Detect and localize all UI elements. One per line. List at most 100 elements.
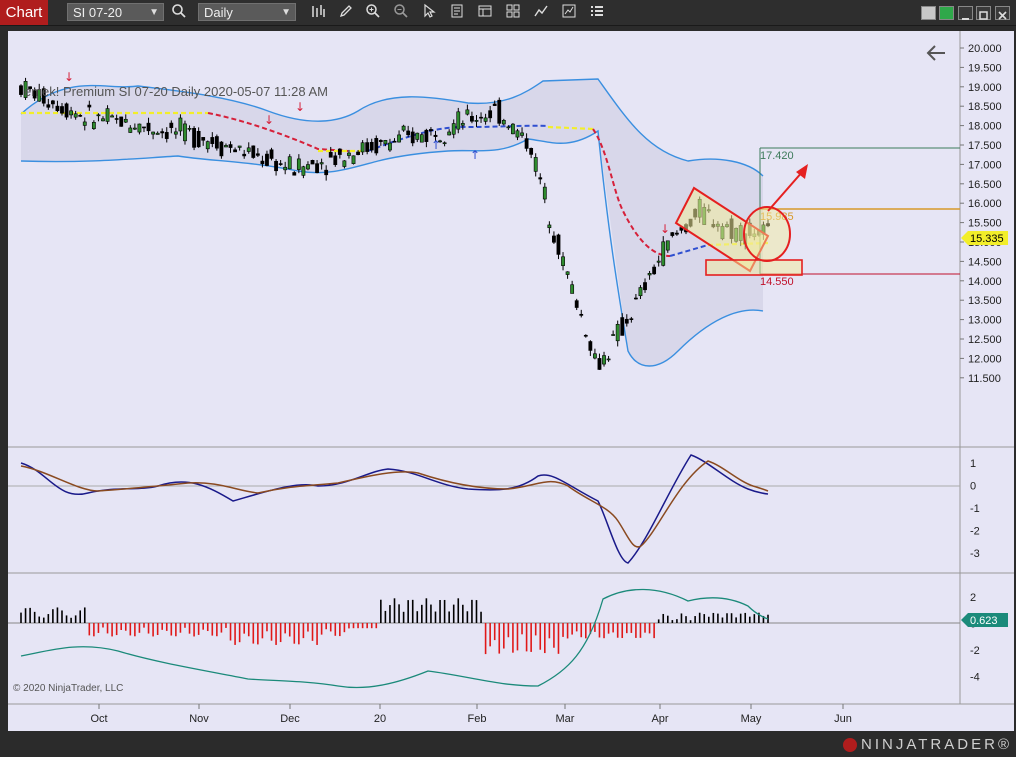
candle-body — [479, 116, 483, 119]
candle-body — [228, 144, 233, 148]
candle-body — [410, 131, 415, 144]
price-axis: 20.000 19.500 19.000 18.500 18.000 17.500 17.0… — [960, 43, 1002, 385]
link-gray-button[interactable] — [921, 6, 936, 20]
candle-body — [233, 149, 237, 153]
search-icon[interactable] — [169, 3, 189, 23]
price-tick-label: 17.500 — [968, 140, 1002, 152]
candle-body — [392, 140, 397, 143]
properties-icon[interactable] — [447, 3, 467, 23]
close-button[interactable] — [995, 6, 1010, 20]
candle-body — [87, 104, 92, 108]
candle-body — [64, 103, 69, 118]
candle-body — [342, 160, 347, 167]
link-green-button[interactable] — [939, 6, 954, 20]
copyright: © 2020 NinjaTrader, LLC — [13, 683, 123, 694]
price-tick-label: 20.000 — [968, 43, 1002, 55]
candle-body — [137, 123, 142, 133]
time-tick-label: Mar — [556, 713, 575, 725]
candle-body — [470, 115, 474, 122]
candle-body — [629, 318, 634, 320]
maximize-button[interactable] — [976, 6, 991, 20]
candle-body — [201, 137, 206, 141]
candle-body — [429, 129, 433, 131]
candle-body — [542, 186, 547, 200]
hist-tick-label: -4 — [970, 672, 980, 684]
price-tick-label: 14.000 — [968, 276, 1002, 288]
strategies-icon[interactable] — [559, 3, 579, 23]
minimize-button[interactable] — [958, 6, 973, 20]
price-tick-label: 19.500 — [968, 62, 1002, 74]
indicators-icon[interactable] — [531, 3, 551, 23]
candle-body — [205, 141, 210, 150]
candle-body — [447, 131, 452, 136]
osc-tick-label: 1 — [970, 458, 976, 470]
sell-arrow: ↓ — [64, 70, 74, 84]
candle-body — [442, 142, 447, 145]
zoom-in-icon[interactable] — [363, 3, 383, 23]
sell-arrow: ↓ — [295, 100, 305, 114]
candle-body — [242, 153, 247, 157]
chart-panel[interactable]: ↓ ↓ ↓ ↑ ↑ ↓ 17.420 15.985 14.550 20.000 1… — [8, 31, 1014, 731]
candle-body — [365, 142, 370, 152]
candle-body — [132, 127, 137, 130]
candle-body — [255, 153, 260, 156]
price-tick-label: 18.500 — [968, 101, 1002, 113]
candle-body — [506, 126, 511, 129]
price-tick-label: 13.500 — [968, 295, 1002, 307]
stop-label: 14.550 — [760, 276, 794, 288]
candle-body — [511, 123, 515, 135]
candle-body — [465, 109, 470, 115]
instrument-selector[interactable]: SI 07-20 ▼ — [67, 3, 164, 21]
candle-body — [501, 120, 506, 125]
pointer-icon[interactable] — [419, 3, 439, 23]
candle-body — [324, 169, 329, 176]
candle-body — [183, 123, 187, 142]
hist-value: 0.623 — [970, 615, 998, 627]
candle-body — [214, 136, 219, 149]
candle-body — [96, 114, 101, 117]
time-axis: Oct Nov Dec 20 Feb Mar Apr May Jun — [90, 704, 852, 725]
price-tick-label: 19.000 — [968, 82, 1002, 94]
candle-body — [374, 138, 379, 154]
templates-icon[interactable] — [503, 3, 523, 23]
buy-arrow: ↑ — [470, 148, 480, 162]
candle-body — [556, 234, 561, 255]
bar-style-icon[interactable] — [308, 3, 328, 23]
pencil-icon[interactable] — [336, 3, 356, 23]
time-tick-label: 20 — [374, 713, 386, 725]
candle-body — [597, 358, 602, 370]
osc-slow-line — [20, 460, 769, 548]
chart-tab[interactable]: Chart — [0, 0, 48, 25]
interval-selector[interactable]: Daily ▼ — [198, 3, 296, 21]
candle-body — [169, 122, 174, 128]
candle-body — [397, 134, 401, 143]
candle-body — [328, 151, 333, 158]
price-tick-label: 14.500 — [968, 256, 1002, 268]
price-tick-label: 11.500 — [968, 373, 1001, 385]
back-arrow-icon[interactable] — [926, 45, 945, 61]
candle-body — [661, 241, 666, 266]
candle-body — [492, 103, 497, 106]
candle-body — [529, 148, 534, 155]
candle-body — [561, 256, 565, 266]
candle-body — [114, 118, 119, 120]
candle-body — [192, 127, 196, 148]
hist-tick-label: 2 — [970, 592, 976, 604]
candle-body — [620, 317, 625, 336]
hist-tick-label: -2 — [970, 645, 980, 657]
zoom-out-icon[interactable] — [391, 3, 411, 23]
candle-body — [306, 164, 310, 170]
candle-body — [670, 232, 675, 236]
candle-body — [638, 287, 643, 297]
candle-body — [675, 232, 679, 235]
candle-body — [460, 123, 465, 126]
menu-icon[interactable] — [587, 3, 607, 23]
osc-fast-line — [20, 454, 769, 564]
chart-canvas[interactable]: ↓ ↓ ↓ ↑ ↑ ↓ 17.420 15.985 14.550 20.0001… — [8, 31, 1014, 731]
support-zone — [705, 259, 803, 276]
price-tick-label: 17.000 — [968, 159, 1002, 171]
brand-name: NINJATRADER — [861, 736, 998, 753]
chart-toolbar: Chart SI 07-20 ▼ Daily ▼ — [0, 0, 1016, 26]
data-box-icon[interactable] — [475, 3, 495, 23]
price-tick-label: 16.500 — [968, 179, 1002, 191]
